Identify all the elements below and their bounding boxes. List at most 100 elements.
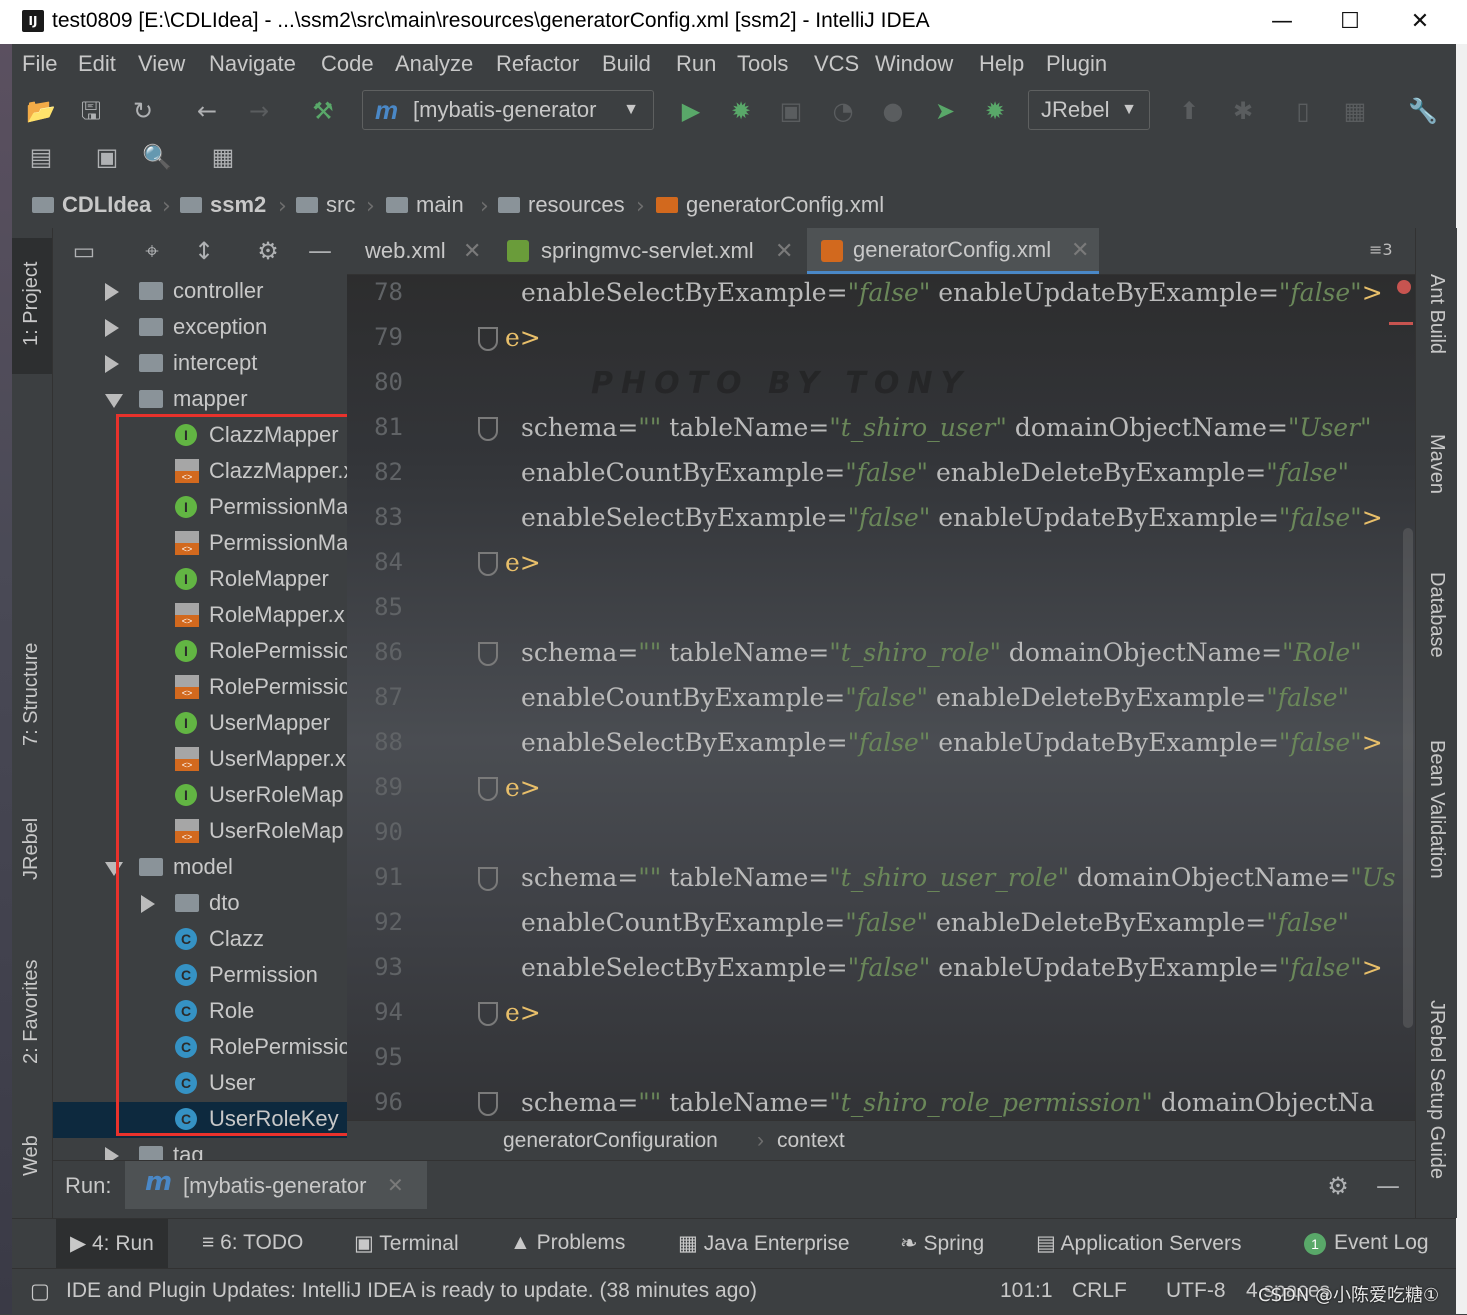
debug-bug-icon[interactable]: ✹ xyxy=(726,96,756,126)
hide-panel-icon[interactable]: — xyxy=(1373,1171,1403,1201)
tool-tab-jrebel[interactable]: JRebel xyxy=(20,818,43,880)
code-line[interactable]: enableCountByExample="false" enableDelet… xyxy=(521,908,1349,937)
close-icon[interactable]: ✕ xyxy=(1071,228,1089,272)
status-toggle-icon[interactable]: ▢ xyxy=(30,1279,50,1304)
caret-position[interactable]: 101:1 xyxy=(1000,1279,1053,1303)
tool-tab-maven[interactable]: Maven xyxy=(1425,434,1448,494)
menu-refactor[interactable]: Refactor xyxy=(496,51,579,77)
tool-tab-project[interactable]: 1: Project xyxy=(20,262,43,346)
code-line[interactable]: schema="" tableName="t_shiro_role" domai… xyxy=(521,638,1362,667)
tree-item[interactable]: tag xyxy=(53,1138,347,1160)
code-line[interactable]: enableSelectByExample="false" enableUpda… xyxy=(521,953,1383,982)
fold-marker-icon[interactable] xyxy=(478,867,498,891)
close-icon[interactable]: ✕ xyxy=(387,1173,404,1197)
menu-analyze[interactable]: Analyze xyxy=(395,51,473,77)
menu-build[interactable]: Build xyxy=(602,51,651,77)
jrebel-selector[interactable]: JRebel ▼ xyxy=(1028,90,1150,130)
update-icon[interactable]: ⬆ xyxy=(1174,96,1204,126)
breadcrumb-item[interactable]: CDLIdea xyxy=(32,192,151,218)
structure-view-icon[interactable]: ▦ xyxy=(208,142,238,172)
code-line[interactable]: e> xyxy=(505,773,541,802)
menu-navigate[interactable]: Navigate xyxy=(209,51,296,77)
bottom-tab[interactable]: ≡ 6: TODO xyxy=(202,1231,303,1255)
search-icon[interactable]: 🔍 xyxy=(142,142,172,172)
sync-icon[interactable]: ↻ xyxy=(128,96,158,126)
editor-breadcrumb-item[interactable]: context xyxy=(777,1129,845,1153)
close-icon[interactable]: ✕ xyxy=(463,228,481,274)
code-line[interactable]: enableSelectByExample="false" enableUpda… xyxy=(521,503,1383,532)
menu-edit[interactable]: Edit xyxy=(78,51,116,77)
run-tab[interactable]: m [mybatis-generator ✕ xyxy=(125,1161,427,1209)
collapse-all-icon[interactable]: ↕ xyxy=(189,236,219,266)
chevron-right-icon[interactable] xyxy=(105,355,119,373)
gear-icon[interactable]: ⚙ xyxy=(253,236,283,266)
tool-tab-bean-validation[interactable]: Bean Validation xyxy=(1425,740,1448,879)
fold-marker-icon[interactable] xyxy=(478,327,498,351)
tab-overflow-menu[interactable]: ≡3 xyxy=(1369,240,1393,259)
status-message[interactable]: IDE and Plugin Updates: IntelliJ IDEA is… xyxy=(66,1279,757,1303)
line-separator[interactable]: CRLF xyxy=(1072,1279,1127,1303)
code-line[interactable]: e> xyxy=(505,998,541,1027)
editor-scrollbar[interactable] xyxy=(1403,528,1413,1028)
fold-marker-icon[interactable] xyxy=(478,1092,498,1116)
chevron-down-icon[interactable] xyxy=(105,394,123,408)
menu-window[interactable]: Window xyxy=(875,51,953,77)
file-encoding[interactable]: UTF-8 xyxy=(1166,1279,1226,1303)
device-icon[interactable]: ▯ xyxy=(1288,96,1318,126)
bottom-tab[interactable]: 1 Event Log xyxy=(1304,1231,1429,1255)
open-folder-icon[interactable]: 📂 xyxy=(26,96,56,126)
bottom-tab[interactable]: ▤ Application Servers xyxy=(1036,1231,1241,1256)
bottom-tab[interactable]: ❧ Spring xyxy=(900,1231,984,1256)
tool-tab-structure[interactable]: 7: Structure xyxy=(20,643,43,746)
tool-tab-database[interactable]: Database xyxy=(1425,572,1448,658)
stop-icon[interactable]: ● xyxy=(878,96,908,126)
tree-item[interactable]: mapper xyxy=(53,382,347,418)
run-icon[interactable]: ▶ xyxy=(676,96,706,126)
fold-marker-icon[interactable] xyxy=(478,1002,498,1026)
bottom-tab[interactable]: ▲ Problems xyxy=(510,1231,625,1255)
menu-view[interactable]: View xyxy=(138,51,185,77)
code-line[interactable]: enableSelectByExample="false" enableUpda… xyxy=(521,278,1383,307)
tool-tab-jrebel-setup[interactable]: JRebel Setup Guide xyxy=(1425,1000,1448,1179)
maximize-button[interactable]: ☐ xyxy=(1330,6,1370,38)
tool-tab-ant-build[interactable]: Ant Build xyxy=(1425,274,1448,354)
code-line[interactable]: enableCountByExample="false" enableDelet… xyxy=(521,458,1349,487)
breadcrumb-item[interactable]: ssm2 xyxy=(180,192,266,218)
settings-wrench-icon[interactable]: 🔧 xyxy=(1408,96,1438,126)
jrebel-run-icon[interactable]: ➤ xyxy=(930,96,960,126)
menu-tools[interactable]: Tools xyxy=(737,51,788,77)
close-button[interactable]: ✕ xyxy=(1400,6,1440,38)
tool-tab-web[interactable]: Web xyxy=(20,1135,43,1176)
menu-run[interactable]: Run xyxy=(676,51,716,77)
project-structure-icon[interactable]: ▤ xyxy=(26,142,56,172)
code-line[interactable]: schema="" tableName="t_shiro_role_permis… xyxy=(521,1088,1374,1117)
jrebel-debug-icon[interactable]: ✹ xyxy=(980,96,1010,126)
tree-item[interactable]: intercept xyxy=(53,346,347,382)
gear-icon[interactable]: ⚙ xyxy=(1323,1171,1353,1201)
menu-vcs[interactable]: VCS xyxy=(814,51,859,77)
error-indicator-icon[interactable] xyxy=(1397,280,1411,294)
tree-item[interactable]: exception xyxy=(53,310,347,346)
close-icon[interactable]: ✕ xyxy=(775,228,793,274)
back-arrow-icon[interactable]: ← xyxy=(192,96,222,126)
sdk-icon[interactable]: ▦ xyxy=(1340,96,1370,126)
menu-help[interactable]: Help xyxy=(979,51,1024,77)
code-line[interactable]: enableCountByExample="false" enableDelet… xyxy=(521,683,1349,712)
editor-breadcrumb-item[interactable]: generatorConfiguration xyxy=(503,1129,718,1153)
code-line[interactable]: enableSelectByExample="false" enableUpda… xyxy=(521,728,1383,757)
chevron-right-icon[interactable] xyxy=(105,283,119,301)
code-line[interactable]: schema="" tableName="t_shiro_user_role" … xyxy=(521,863,1396,892)
fold-marker-icon[interactable] xyxy=(478,777,498,801)
locate-target-icon[interactable]: ⌖ xyxy=(137,236,167,266)
vcs-icon[interactable]: ✱ xyxy=(1228,96,1258,126)
fold-marker-icon[interactable] xyxy=(478,417,498,441)
save-icon[interactable]: 🖫 xyxy=(76,96,106,126)
tree-item[interactable]: controller xyxy=(53,274,347,310)
menu-file[interactable]: File xyxy=(22,51,57,77)
code-line[interactable]: schema="" tableName="t_shiro_user" domai… xyxy=(521,413,1372,442)
editor-tab-web-xml[interactable]: web.xml ✕ xyxy=(347,228,489,274)
menu-code[interactable]: Code xyxy=(321,51,374,77)
code-line[interactable]: e> xyxy=(505,323,541,352)
code-line[interactable]: e> xyxy=(505,548,541,577)
forward-arrow-icon[interactable]: → xyxy=(244,96,274,126)
